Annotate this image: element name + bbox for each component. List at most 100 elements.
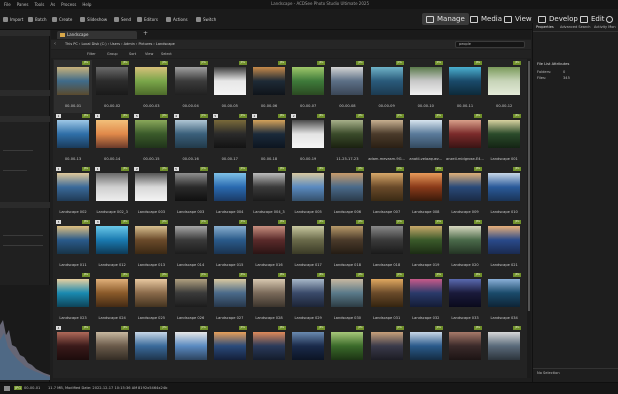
thumbnail-image[interactable] bbox=[370, 120, 403, 148]
thumbnail-cell[interactable]: 4 JPG bbox=[54, 325, 92, 378]
thumbnail-cell[interactable]: JPG 00-00-12 bbox=[485, 60, 523, 113]
thumbnail-cell[interactable]: JPG Landscape 027 bbox=[211, 272, 249, 325]
thumbnail-cell[interactable]: JPG bbox=[289, 325, 327, 378]
toolbar-editors-button[interactable]: Editors bbox=[137, 15, 158, 24]
thumbnail-image[interactable] bbox=[253, 332, 285, 360]
thumbnail-image[interactable] bbox=[370, 279, 403, 307]
thumbnail-image[interactable] bbox=[331, 279, 364, 307]
thumbnail-image[interactable] bbox=[292, 67, 325, 95]
breadcrumb[interactable]: This PC › Local Disk (C:) › Users › Admi… bbox=[65, 42, 175, 46]
thumbnail-image[interactable] bbox=[409, 67, 442, 95]
thumbnail-cell[interactable]: JPG 00-00-04 bbox=[172, 60, 210, 113]
mode-manage[interactable]: Manage bbox=[422, 13, 469, 25]
thumbnail-image[interactable] bbox=[370, 173, 403, 201]
thumbnail-image[interactable] bbox=[57, 120, 89, 148]
thumbnail-cell[interactable]: 5 JPG Landscape 003 bbox=[172, 166, 210, 219]
thumbnail-cell[interactable]: JPG Landscape 016 bbox=[250, 219, 288, 272]
thumbnail-image[interactable] bbox=[331, 120, 364, 148]
thumbnail-image[interactable] bbox=[409, 332, 442, 360]
thumbnail-cell[interactable]: JPG 00-00-09 bbox=[368, 60, 406, 113]
thumbnail-cell[interactable]: JPG Landscape 004 bbox=[211, 166, 249, 219]
thumbnail-image[interactable] bbox=[409, 173, 442, 201]
thumbnail-image[interactable] bbox=[488, 173, 521, 201]
tab-activity-monitor[interactable]: Activity Mon bbox=[594, 25, 616, 29]
menu-panes[interactable]: Panes bbox=[17, 2, 29, 7]
thumbnail-cell[interactable]: JPG Landscape 001 bbox=[485, 113, 523, 166]
thumbnail-cell[interactable]: 4 JPG 00-00-16 bbox=[172, 113, 210, 166]
thumbnail-image[interactable] bbox=[253, 173, 285, 201]
thumbnail-image[interactable] bbox=[331, 67, 364, 95]
thumbnail-cell[interactable]: JPG Landscape 034 bbox=[485, 272, 523, 325]
thumbnail-image[interactable] bbox=[96, 120, 129, 148]
thumbnail-image[interactable] bbox=[135, 226, 168, 254]
tab-properties[interactable]: Properties bbox=[536, 25, 554, 29]
thumbnail-image[interactable] bbox=[449, 120, 481, 148]
thumbnail-cell[interactable]: JPG bbox=[446, 325, 484, 378]
thumbnail-image[interactable] bbox=[57, 226, 89, 254]
thumbnail-cell[interactable]: 1 JPG 00-00-14 bbox=[93, 113, 131, 166]
thumbnail-cell[interactable]: JPG Landscape 026 bbox=[172, 272, 210, 325]
thumbnail-cell[interactable]: JPG Landscape 020 bbox=[446, 219, 484, 272]
thumbnail-cell[interactable]: JPG 00-00-05 bbox=[211, 60, 249, 113]
thumbnail-cell[interactable]: JPG Landscape 021 bbox=[485, 219, 523, 272]
thumbnail-cell[interactable]: JPG Landscape 033 bbox=[446, 272, 484, 325]
thumbnail-cell[interactable]: JPG 11-25-17-23 bbox=[328, 113, 366, 166]
thumbnail-image[interactable] bbox=[96, 67, 129, 95]
thumbnail-cell[interactable]: JPG Landscape 019 bbox=[407, 219, 445, 272]
thumbnail-cell[interactable]: JPG Landscape 005 bbox=[289, 166, 327, 219]
thumbnail-image[interactable] bbox=[409, 279, 442, 307]
thumbnail-cell[interactable]: JPG 00-00-03 bbox=[132, 60, 170, 113]
thumbnail-cell[interactable]: JPG Landscape 004_3 bbox=[250, 166, 288, 219]
thumbnail-cell[interactable]: 1 JPG Landscape 002 bbox=[54, 166, 92, 219]
menu-help[interactable]: Help bbox=[82, 2, 91, 7]
toolbar-switch-button[interactable]: Switch bbox=[196, 15, 216, 24]
thumbnail-image[interactable] bbox=[292, 279, 325, 307]
add-tab-button[interactable]: + bbox=[143, 30, 148, 37]
tab-advanced-search[interactable]: Advanced Search bbox=[560, 25, 590, 29]
thumbnail-image[interactable] bbox=[174, 120, 207, 148]
thumbnail-cell[interactable]: JPG bbox=[328, 325, 366, 378]
search-input[interactable]: people bbox=[455, 41, 525, 48]
thumbnail-image[interactable] bbox=[57, 173, 89, 201]
thumbnail-image[interactable] bbox=[174, 67, 207, 95]
thumbnail-image[interactable] bbox=[488, 120, 521, 148]
thumbnail-image[interactable] bbox=[213, 226, 246, 254]
thumbnail-cell[interactable]: JPG Landscape 024 bbox=[93, 272, 131, 325]
select-menu[interactable]: Select bbox=[161, 52, 172, 56]
thumbnail-cell[interactable]: JPG 00-00-06 bbox=[250, 60, 288, 113]
thumbnail-image[interactable] bbox=[96, 332, 129, 360]
menu-process[interactable]: Process bbox=[61, 2, 76, 7]
toolbar-create-button[interactable]: Create bbox=[52, 15, 72, 24]
thumbnail-cell[interactable]: JPG 00-00-08 bbox=[328, 60, 366, 113]
thumbnail-image[interactable] bbox=[135, 120, 168, 148]
thumbnail-cell[interactable]: JPG Landscape 013 bbox=[132, 219, 170, 272]
tab-landscape[interactable]: Landscape bbox=[57, 31, 137, 39]
thumbnail-cell[interactable]: JPG Landscape 014 bbox=[172, 219, 210, 272]
thumbnail-image[interactable] bbox=[409, 120, 442, 148]
thumbnail-cell[interactable]: JPG anzeil-midgrose-E4... bbox=[446, 113, 484, 166]
thumbnail-cell[interactable]: JPG bbox=[407, 325, 445, 378]
grid-scrollbar[interactable] bbox=[527, 59, 531, 378]
thumbnail-image[interactable] bbox=[96, 226, 129, 254]
thumbnail-cell[interactable]: 1 JPG Landscape 002_3 bbox=[93, 166, 131, 219]
thumbnail-image[interactable] bbox=[253, 226, 285, 254]
thumbnail-image[interactable] bbox=[213, 332, 246, 360]
thumbnail-image[interactable] bbox=[449, 332, 481, 360]
thumbnail-image[interactable] bbox=[331, 226, 364, 254]
thumbnail-image[interactable] bbox=[213, 67, 246, 95]
thumbnail-cell[interactable]: 2 JPG 00-00-19 bbox=[289, 113, 327, 166]
thumbnail-image[interactable] bbox=[331, 332, 364, 360]
thumbnail-image[interactable] bbox=[488, 67, 521, 95]
thumbnail-image[interactable] bbox=[96, 279, 129, 307]
thumbnail-cell[interactable]: JPG 00-00-02 bbox=[93, 60, 131, 113]
menu-tools[interactable]: Tools bbox=[34, 2, 44, 7]
thumbnail-image[interactable] bbox=[174, 173, 207, 201]
toolbar-batch-button[interactable]: Batch bbox=[28, 15, 47, 24]
thumbnail-image[interactable] bbox=[135, 67, 168, 95]
thumbnail-cell[interactable]: JPG bbox=[485, 325, 523, 378]
thumbnail-cell[interactable]: JPG anatil-velazquez... bbox=[407, 113, 445, 166]
filter-menu[interactable]: Filter bbox=[87, 52, 96, 56]
thumbnail-image[interactable] bbox=[57, 332, 89, 360]
thumbnail-cell[interactable]: JPG Landscape 028 bbox=[250, 272, 288, 325]
thumbnail-image[interactable] bbox=[213, 279, 246, 307]
